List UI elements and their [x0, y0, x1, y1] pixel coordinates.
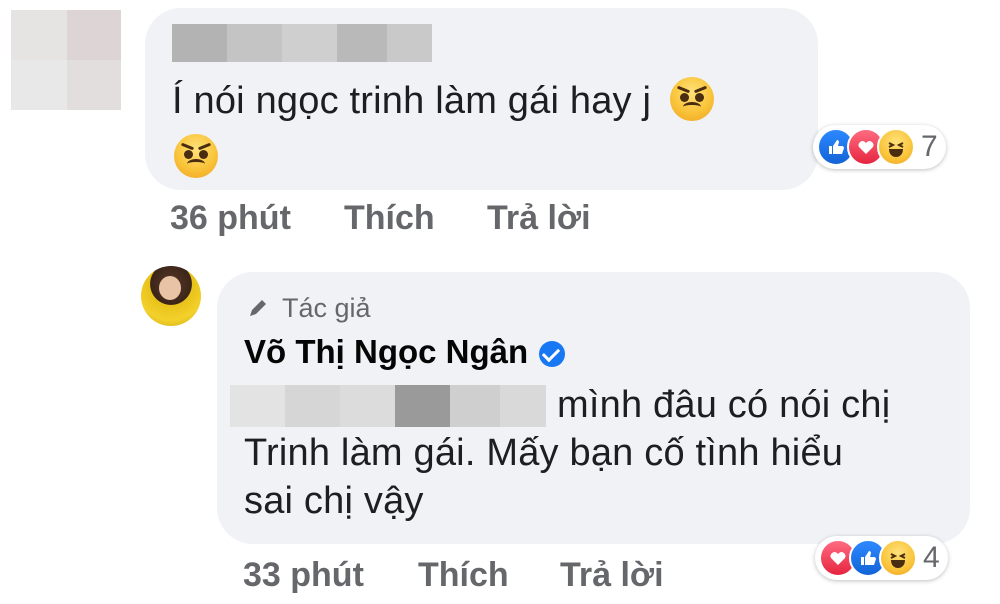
author-badge: Tác giả [247, 293, 371, 324]
reply-timestamp[interactable]: 33 phút [243, 556, 364, 595]
comment-timestamp[interactable]: 36 phút [170, 199, 291, 238]
like-link[interactable]: Thích [344, 199, 435, 238]
angry-face-icon [669, 76, 714, 121]
pencil-icon [250, 300, 266, 316]
author-name-text: Võ Thị Ngọc Ngân [244, 333, 529, 370]
reaction-count: 4 [923, 541, 940, 574]
haha-icon [879, 539, 917, 577]
reaction-summary[interactable]: 7 [813, 125, 946, 169]
reply-text-line-1: mình đâu có nói chị [557, 384, 891, 426]
angry-face-icon [174, 134, 218, 178]
author-badge-label: Tác giả [282, 293, 371, 323]
reaction-count: 7 [921, 130, 938, 163]
comment-text-content: Í nói ngọc trinh làm gái hay j [172, 80, 652, 122]
reply-text-line-2: Trinh làm gái. Mấy bạn cố tình hiểu [244, 432, 844, 474]
author-name[interactable]: Võ Thị Ngọc Ngân [244, 333, 566, 371]
author-name-blurred[interactable] [172, 24, 432, 62]
haha-icon [877, 128, 915, 166]
avatar-blurred[interactable] [11, 10, 121, 110]
tagged-name-blurred[interactable] [230, 385, 546, 427]
like-link[interactable]: Thích [418, 556, 509, 595]
comment-text: Í nói ngọc trinh làm gái hay j [172, 76, 792, 126]
reply-link[interactable]: Trả lời [487, 199, 591, 238]
verified-badge-icon [539, 341, 566, 368]
reply-text-line-3: sai chị vậy [244, 480, 424, 522]
avatar[interactable] [141, 266, 201, 326]
reply-link[interactable]: Trả lời [560, 556, 664, 595]
reaction-summary[interactable]: 4 [815, 536, 948, 580]
